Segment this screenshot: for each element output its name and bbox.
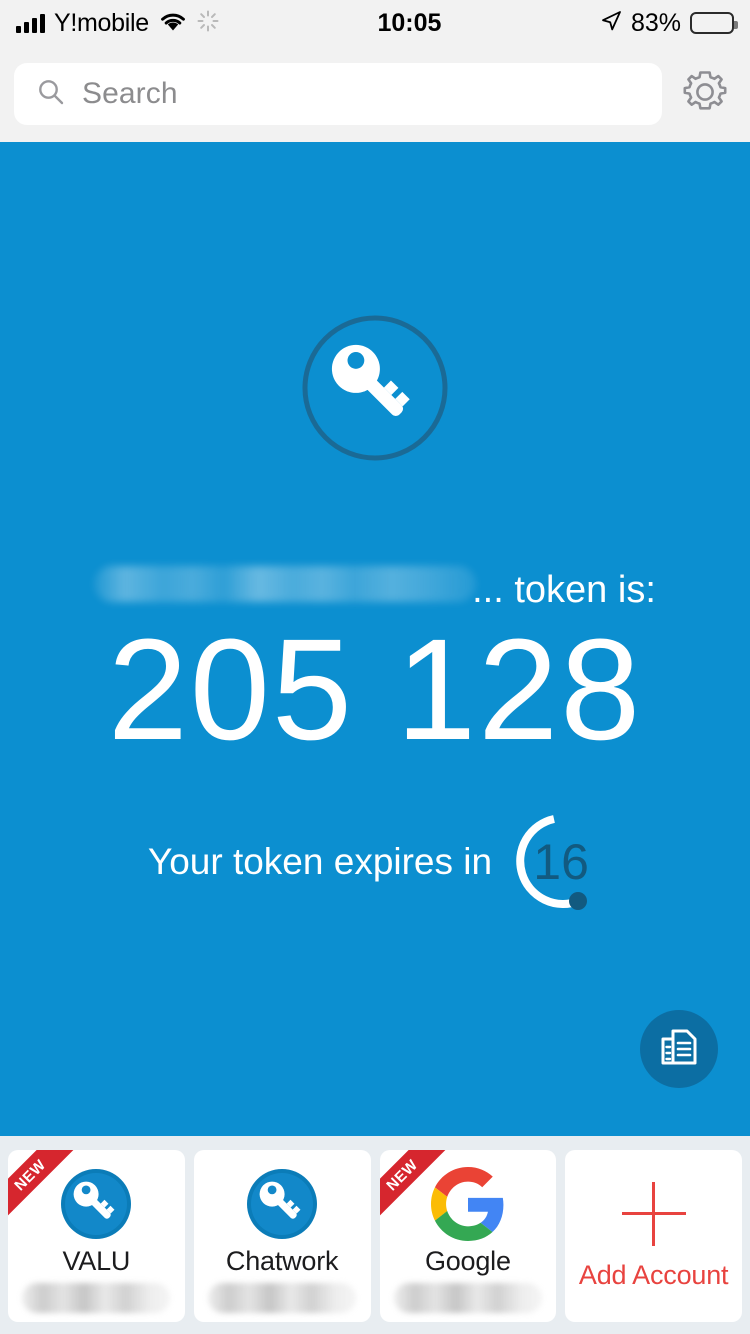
key-icon <box>59 1167 133 1241</box>
status-bar: Y!mobile 10:05 83% <box>0 0 750 46</box>
location-arrow-icon <box>600 10 622 37</box>
token-label-row: ... token is: <box>0 566 750 612</box>
account-tile-chatwork[interactable]: Chatwork <box>193 1150 371 1322</box>
account-tile-valu[interactable]: NEW VALU <box>8 1150 185 1322</box>
account-tile-strip: NEW VALU Chatwork NEW Google Add Account <box>0 1136 750 1334</box>
account-subtitle-redacted <box>22 1283 171 1313</box>
new-badge-label: NEW <box>382 1155 421 1195</box>
search-icon <box>36 77 66 112</box>
search-input[interactable]: Search <box>14 63 662 125</box>
account-tile-google[interactable]: NEW Google <box>379 1150 557 1322</box>
wifi-icon <box>158 10 188 37</box>
countdown-timer: 16 <box>506 810 602 914</box>
token-panel: ... token is: 205 128 Your token expires… <box>0 142 750 1136</box>
add-account-label: Add Account <box>578 1259 729 1290</box>
countdown-seconds: 16 <box>533 834 589 890</box>
token-label-suffix: ... token is: <box>472 569 656 611</box>
battery-percent-label: 83% <box>630 8 681 37</box>
cellular-signal-icon <box>16 13 45 33</box>
gear-icon <box>679 66 731 123</box>
key-icon <box>245 1167 319 1241</box>
carrier-label: Y!mobile <box>54 8 149 37</box>
expiry-row: Your token expires in 16 <box>0 810 750 914</box>
new-badge-label: NEW <box>10 1155 50 1195</box>
account-name: Chatwork <box>225 1246 339 1276</box>
copy-documents-icon <box>657 1025 701 1074</box>
search-header: Search <box>0 46 750 142</box>
google-logo-icon <box>430 1167 505 1241</box>
status-bar-left: Y!mobile <box>16 9 219 38</box>
app-root: Y!mobile 10:05 83% Search ... token is: … <box>0 0 750 1334</box>
add-account-button[interactable]: Add Account <box>565 1150 742 1322</box>
copy-token-button[interactable] <box>640 1010 718 1088</box>
search-placeholder-text: Search <box>82 77 178 110</box>
expiry-label: Your token expires in <box>147 841 493 882</box>
token-code[interactable]: 205 128 <box>0 618 750 762</box>
account-name: VALU <box>62 1246 131 1276</box>
activity-spinner-icon <box>197 10 219 37</box>
status-bar-center: 10:05 <box>219 9 600 38</box>
settings-button[interactable] <box>674 63 736 125</box>
account-subtitle-redacted <box>208 1283 357 1313</box>
account-name: Google <box>424 1246 511 1276</box>
account-subtitle-redacted <box>393 1283 542 1313</box>
key-icon <box>301 314 449 462</box>
plus-icon <box>621 1181 686 1246</box>
account-name-redacted <box>94 566 477 602</box>
clock-label: 10:05 <box>377 8 442 37</box>
battery-icon <box>690 12 738 34</box>
status-bar-right: 83% <box>600 8 738 38</box>
